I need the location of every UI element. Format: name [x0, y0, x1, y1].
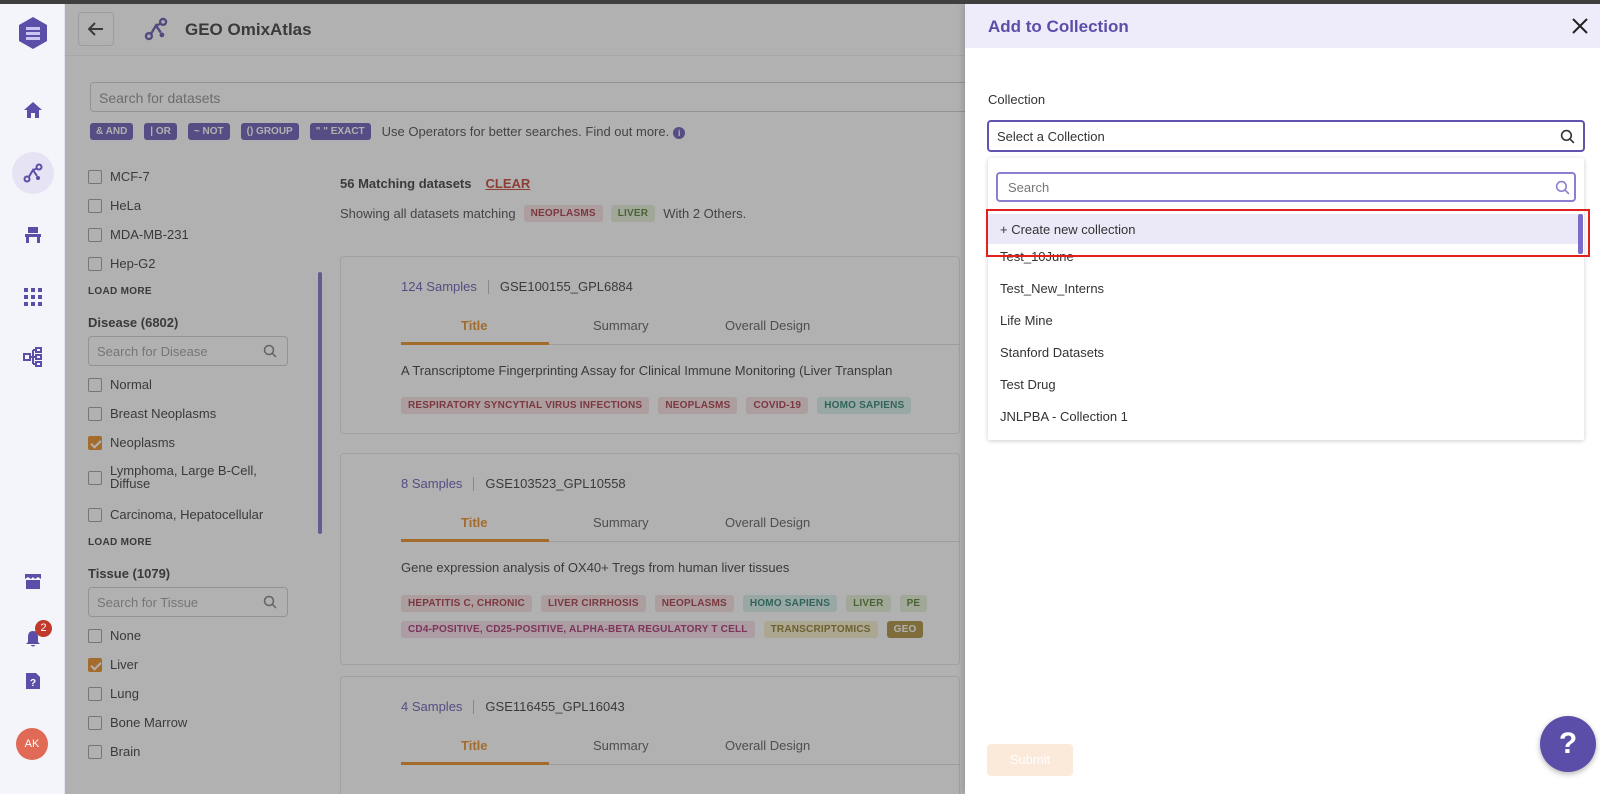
- collection-label: Collection: [988, 92, 1046, 107]
- search-icon: [1560, 129, 1575, 144]
- notifications-bell-icon[interactable]: 2: [12, 618, 54, 660]
- collection-dropdown: Search + Create new collection Test_10Ju…: [988, 158, 1584, 440]
- svg-text:?: ?: [30, 678, 36, 689]
- collection-option[interactable]: JNLPBA - Collection 1: [1000, 409, 1128, 424]
- panel-header: Add to Collection: [965, 4, 1600, 48]
- annotation-highlight-box: [986, 209, 1590, 257]
- modal-backdrop[interactable]: [65, 4, 965, 794]
- submit-button[interactable]: Submit: [987, 744, 1073, 776]
- workspace-icon[interactable]: [12, 214, 54, 256]
- atlas-icon[interactable]: [12, 152, 54, 194]
- home-icon[interactable]: [12, 89, 54, 131]
- search-icon: [1555, 180, 1570, 195]
- help-doc-icon[interactable]: ?: [12, 660, 54, 702]
- help-button[interactable]: ?: [1540, 716, 1596, 772]
- collection-option[interactable]: Life Mine: [1000, 313, 1053, 328]
- collection-search-input[interactable]: Search: [996, 172, 1576, 202]
- polly-logo-icon[interactable]: [18, 16, 48, 50]
- pipelines-icon[interactable]: [12, 336, 54, 378]
- collection-option[interactable]: Stanford Datasets: [1000, 345, 1104, 360]
- close-icon[interactable]: [1568, 14, 1592, 38]
- user-avatar[interactable]: AK: [16, 728, 48, 760]
- add-to-collection-panel: Add to Collection Collection Select a Co…: [965, 4, 1600, 794]
- collection-select[interactable]: Select a Collection: [987, 120, 1585, 152]
- store-icon[interactable]: [12, 560, 54, 602]
- collection-option[interactable]: Test Drug: [1000, 377, 1056, 392]
- panel-title: Add to Collection: [988, 17, 1129, 36]
- apps-grid-icon[interactable]: [12, 276, 54, 318]
- left-rail: 2 ? AK: [0, 4, 65, 794]
- notification-badge: 2: [35, 620, 52, 637]
- collection-option[interactable]: Test_New_Interns: [1000, 281, 1104, 296]
